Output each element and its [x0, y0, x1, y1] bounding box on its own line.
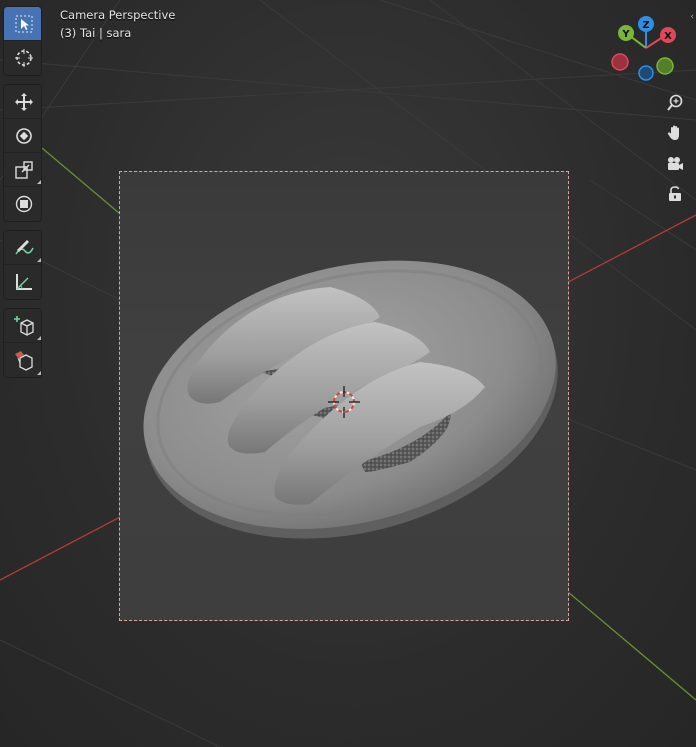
tool-shelf: [3, 6, 42, 386]
gizmo-z-axis[interactable]: Z: [638, 16, 654, 32]
tool-options-indicator: [37, 336, 41, 340]
tool-group-add: [3, 308, 42, 378]
gizmo-y-label: Y: [621, 29, 630, 40]
tool-group-select: [3, 6, 42, 76]
lock-camera-button[interactable]: [664, 183, 686, 205]
plate: [143, 260, 558, 539]
gizmo-y-axis[interactable]: Y: [618, 25, 634, 41]
3d-viewport[interactable]: Camera Perspective (3) Tai | sara Z Y X …: [0, 0, 696, 747]
extrude-tool[interactable]: [4, 343, 41, 377]
zoom-button[interactable]: [664, 92, 686, 114]
view-mode-label: Camera Perspective: [60, 8, 176, 22]
tool-options-indicator: [37, 371, 41, 375]
scale-icon: [14, 160, 33, 179]
measure-tool[interactable]: [4, 265, 41, 299]
active-object-label: (3) Tai | sara: [60, 26, 132, 40]
extrude-icon: [14, 351, 33, 371]
pan-button[interactable]: [664, 122, 686, 144]
annotate-pencil-icon: [14, 239, 34, 254]
camera-view-icon: [668, 157, 683, 170]
cursor-tool[interactable]: [4, 41, 41, 75]
add-cube-tool[interactable]: [4, 309, 41, 343]
transform-icon: [15, 195, 32, 213]
tool-options-indicator: [37, 180, 41, 184]
rotate-tool[interactable]: [4, 119, 41, 153]
camera-frame: [119, 171, 569, 621]
gizmo-z-label: Z: [642, 20, 649, 31]
hand-pan-icon: [667, 125, 679, 140]
tool-options-indicator: [37, 258, 41, 262]
transform-tool[interactable]: [4, 187, 41, 221]
tool-group-transform: [3, 84, 42, 222]
add-cube-icon: [13, 315, 34, 336]
select-box-tool[interactable]: [4, 7, 41, 41]
move-icon: [14, 92, 33, 111]
sidebar-collapse-icon[interactable]: ‹: [690, 12, 694, 22]
cursor-select-icon: [15, 15, 32, 32]
measure-ruler-icon: [15, 274, 32, 290]
tool-group-annotate: [3, 230, 42, 300]
camera-view-button[interactable]: [664, 153, 686, 175]
gizmo-neg-y[interactable]: [656, 57, 674, 75]
lock-icon: [669, 186, 681, 201]
gizmo-x-axis[interactable]: X: [660, 27, 676, 43]
annotate-tool[interactable]: [4, 231, 41, 265]
rotate-icon: [15, 127, 32, 144]
zoom-icon: [667, 94, 683, 111]
navigation-gizmo[interactable]: Z Y X: [606, 10, 686, 85]
scale-tool[interactable]: [4, 153, 41, 187]
3d-cursor-icon: [14, 49, 33, 67]
gizmo-neg-x[interactable]: [611, 53, 629, 71]
gizmo-neg-z[interactable]: [638, 65, 654, 81]
gizmo-x-label: X: [664, 31, 672, 42]
sushi-render: [143, 260, 558, 539]
move-tool[interactable]: [4, 85, 41, 119]
